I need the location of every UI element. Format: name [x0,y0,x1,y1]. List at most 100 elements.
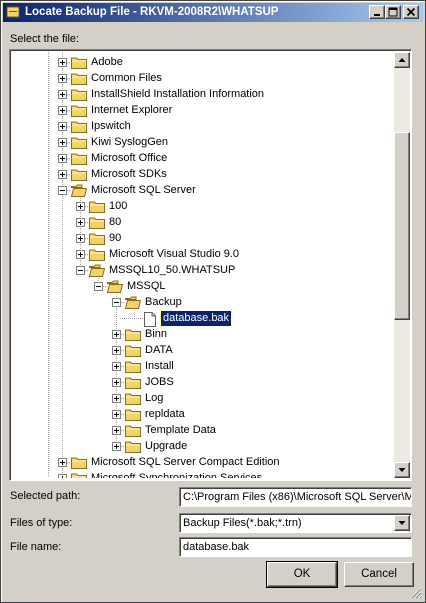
expand-icon[interactable] [58,138,67,147]
tree-node-label[interactable]: DATA [143,343,175,358]
expand-icon[interactable] [76,234,85,243]
tree-node[interactable]: Internet Explorer [12,102,397,118]
tree-node[interactable]: Install [12,358,397,374]
tree-node-label[interactable]: Microsoft Visual Studio 9.0 [107,247,241,262]
tree-node[interactable]: 100 [12,198,397,214]
tree-node[interactable]: Template Data [12,422,397,438]
tree-node-label[interactable]: Binn [143,327,169,342]
tree-node[interactable]: Ipswitch [12,118,397,134]
tree-node-label[interactable]: 90 [107,231,123,246]
expand-icon[interactable] [58,458,67,467]
selected-path-field[interactable]: C:\Program Files (x86)\Microsoft SQL Ser… [179,487,412,507]
tree-node-label[interactable]: Microsoft SDKs [89,167,169,182]
tree-node[interactable]: 80 [12,214,397,230]
tree-node-label[interactable]: database.bak [159,310,233,327]
tree-node[interactable]: repldata [12,406,397,422]
tree-node-label[interactable]: MSSQL10_50.WHATSUP [107,263,237,278]
tree-node[interactable]: Microsoft Office [12,150,397,166]
tree-node-label[interactable]: MSSQL [125,279,168,294]
expand-icon[interactable] [58,58,67,67]
folder-icon [125,328,141,341]
folder-icon [71,88,87,101]
tree-node-label[interactable]: Install [143,359,176,374]
expand-icon[interactable] [58,90,67,99]
tree-node[interactable]: Microsoft SDKs [12,166,397,182]
tree-node-label[interactable]: Microsoft SQL Server [89,183,198,198]
expand-icon[interactable] [112,330,121,339]
expand-icon[interactable] [58,106,67,115]
expand-icon[interactable] [58,74,67,83]
expand-icon[interactable] [58,474,67,478]
file-name-input[interactable]: database.bak [179,537,412,557]
tree-node[interactable]: MSSQL [12,278,397,294]
tree-node[interactable]: Binn [12,326,397,342]
tree-node[interactable]: Microsoft SQL Server Compact Edition [12,454,397,470]
files-of-type-dropdown-button[interactable] [394,515,410,531]
tree-node-label[interactable]: Ipswitch [89,119,133,134]
minimize-button[interactable] [369,5,385,19]
ok-button[interactable]: OK [266,561,338,588]
expand-icon[interactable] [58,122,67,131]
cancel-button[interactable]: Cancel [344,562,414,587]
tree-node[interactable]: Log [12,390,397,406]
maximize-button[interactable] [385,5,401,19]
collapse-icon[interactable] [112,298,121,307]
tree-node-label[interactable]: Internet Explorer [89,103,174,118]
tree-node[interactable]: 90 [12,230,397,246]
scroll-down-button[interactable] [394,462,410,478]
resize-grip-icon[interactable] [410,587,422,599]
tree-node-label[interactable]: Template Data [143,423,218,438]
scroll-up-button[interactable] [394,52,410,68]
expand-icon[interactable] [76,250,85,259]
collapse-icon[interactable] [58,186,67,195]
files-of-type-label: Files of type: [10,517,73,529]
collapse-icon[interactable] [94,282,103,291]
tree-node-label[interactable]: Kiwi SyslogGen [89,135,170,150]
title-bar[interactable]: Locate Backup File - RKVM-2008R2\WHATSUP [3,3,423,22]
tree-node-label[interactable]: Backup [143,295,184,310]
tree-node[interactable]: Upgrade [12,438,397,454]
tree-node-label[interactable]: 100 [107,199,129,214]
tree-node-label[interactable]: Log [143,391,165,406]
tree-node-label[interactable]: Adobe [89,55,125,70]
files-of-type-select[interactable]: Backup Files(*.bak;*.trn) [179,513,412,533]
tree-node-label[interactable]: 80 [107,215,123,230]
expand-icon[interactable] [76,218,85,227]
tree-node[interactable]: Kiwi SyslogGen [12,134,397,150]
expand-icon[interactable] [112,410,121,419]
expand-icon[interactable] [58,170,67,179]
expand-icon[interactable] [58,154,67,163]
tree-node-label[interactable]: JOBS [143,375,176,390]
tree-node[interactable]: Backup [12,294,397,310]
expand-icon[interactable] [76,202,85,211]
tree-node-label[interactable]: Microsoft Office [89,151,169,166]
tree-node-label[interactable]: repldata [143,407,187,422]
expand-icon[interactable] [112,346,121,355]
tree-node-label[interactable]: InstallShield Installation Information [89,87,266,102]
collapse-icon[interactable] [76,266,85,275]
tree-node-label[interactable]: Upgrade [143,439,189,454]
scroll-thumb[interactable] [394,132,410,320]
tree-node-label[interactable]: Common Files [89,71,164,86]
tree-vertical-scrollbar[interactable] [394,52,410,478]
tree-node-label[interactable]: Microsoft SQL Server Compact Edition [89,455,282,470]
expand-icon[interactable] [112,362,121,371]
tree-node[interactable]: database.bak [12,310,397,327]
tree-node[interactable]: Microsoft SQL Server [12,182,397,198]
tree-node-label[interactable]: Microsoft Synchronization Services [89,471,264,478]
tree-node[interactable]: MSSQL10_50.WHATSUP [12,262,397,278]
tree-node[interactable]: Adobe [12,54,397,70]
tree-node[interactable]: JOBS [12,374,397,390]
expand-icon[interactable] [112,426,121,435]
expand-icon[interactable] [112,394,121,403]
tree-node[interactable]: InstallShield Installation Information [12,86,397,102]
folder-icon [125,408,141,421]
close-button[interactable] [403,5,419,19]
file-tree[interactable]: Adobe Common Files InstallShield Installat… [9,49,412,481]
tree-node[interactable]: Common Files [12,70,397,86]
expand-icon[interactable] [112,378,121,387]
tree-node[interactable]: Microsoft Synchronization Services [12,470,397,478]
expand-icon[interactable] [112,442,121,451]
tree-node[interactable]: Microsoft Visual Studio 9.0 [12,246,397,262]
tree-node[interactable]: DATA [12,342,397,358]
